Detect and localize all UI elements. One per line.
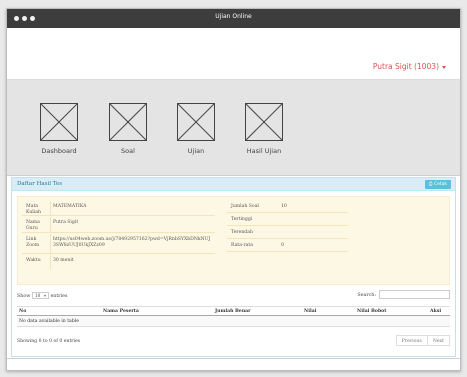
info-label: Jumlah Soal	[231, 204, 259, 209]
info-label: Rata-rata	[231, 243, 253, 248]
info-row-link-zoom: Link Zoom https://us04web.zoom.us/j/7849…	[22, 234, 215, 254]
browser-window: Ujian Online Putra Sigit (1003) Dashboar…	[6, 8, 461, 371]
results-table: No Nama Peserta Jumlah Benar Nilai Nilai…	[17, 306, 450, 327]
menu-label-hasil-ujian: Hasil Ujian	[246, 147, 282, 155]
table-header: No Nama Peserta Jumlah Benar Nilai Nilai…	[17, 306, 450, 316]
image-placeholder-icon	[245, 103, 283, 141]
info-row-nama-guru: Nama Guru Putra Sigit	[22, 217, 215, 233]
title-bar: Ujian Online	[7, 9, 460, 28]
info-label: Link Zoom	[26, 237, 40, 248]
menu-label-ujian: Ujian	[187, 147, 205, 155]
info-label: Mata Kuliah	[26, 204, 41, 215]
info-label: Nama Guru	[26, 220, 40, 231]
table-row: No data available in table	[17, 316, 450, 327]
zoom-link[interactable]: https://us04web.zoom.us/j/78492957162?pw…	[53, 237, 212, 248]
show-label: Show	[17, 294, 31, 299]
caret-down-icon	[442, 65, 446, 69]
search-control: Search:	[357, 290, 450, 299]
column-header-nilai-bobot[interactable]: Nilai Bobot	[357, 309, 386, 314]
empty-table-message: No data available in table	[19, 319, 79, 324]
column-header-nilai[interactable]: Nilai	[304, 309, 316, 314]
table-info: Showing 0 to 0 of 0 entries	[17, 339, 81, 344]
column-header-jumlah-benar[interactable]: Jumlah Benar	[215, 309, 251, 314]
menu-label-soal: Soal	[121, 147, 135, 155]
menu-item-soal[interactable]: Soal	[103, 103, 153, 155]
footer	[7, 358, 460, 370]
entries-control: Show 10 entries	[17, 292, 67, 299]
info-row-tertinggi: Tertinggi	[227, 214, 348, 226]
info-value: 10	[281, 204, 287, 209]
menu-item-ujian[interactable]: Ujian	[171, 103, 221, 155]
image-placeholder-icon	[109, 103, 147, 141]
info-row-mata-kuliah: Mata Kuliah MATEMATIKA	[22, 201, 215, 216]
menu-item-dashboard[interactable]: Dashboard	[34, 103, 84, 155]
print-button-label: Cetak	[433, 182, 447, 187]
column-header-aksi[interactable]: Aksi	[430, 309, 441, 314]
info-row-terendah: Terendah	[227, 227, 348, 239]
column-header-no[interactable]: No	[19, 309, 26, 314]
info-row-waktu: Waktu 30 menit	[22, 255, 215, 269]
info-label: Tertinggi	[231, 217, 253, 222]
exam-info-box: Mata Kuliah MATEMATIKA Nama Guru Putra S…	[17, 196, 450, 285]
info-value: Putra Sigit	[53, 220, 79, 225]
pagination: Previous Next	[395, 335, 450, 346]
results-panel: Daftar Hasil Tes ⎙ Cetak Mata Kuliah MAT…	[11, 177, 456, 357]
info-label: Terendah	[231, 230, 253, 235]
image-placeholder-icon	[177, 103, 215, 141]
print-button[interactable]: ⎙ Cetak	[424, 180, 451, 189]
column-header-nama-peserta[interactable]: Nama Peserta	[103, 309, 139, 314]
panel-heading: Daftar Hasil Tes ⎙ Cetak	[12, 178, 455, 191]
panel-title: Daftar Hasil Tes	[17, 181, 63, 187]
window-title: Ujian Online	[215, 13, 252, 20]
search-input[interactable]	[379, 290, 450, 299]
menu-label-dashboard: Dashboard	[41, 147, 77, 155]
info-row-rata-rata: Rata-rata 0	[227, 240, 348, 252]
print-icon: ⎙	[428, 182, 433, 187]
info-value: 30 menit	[53, 258, 74, 263]
image-placeholder-icon	[40, 103, 78, 141]
info-value: 0	[281, 243, 284, 248]
info-label: Waktu	[26, 258, 41, 263]
menu-band: Dashboard Soal Ujian Hasil Ujian	[7, 80, 460, 176]
entries-label: entries	[50, 294, 68, 299]
user-dropdown[interactable]: Putra Sigit (1003)	[373, 62, 446, 71]
menu-item-hasil-ujian[interactable]: Hasil Ujian	[239, 103, 289, 155]
next-button[interactable]: Next	[426, 336, 449, 345]
search-label: Search:	[357, 293, 376, 298]
previous-button[interactable]: Previous	[397, 336, 427, 345]
info-row-jumlah-soal: Jumlah Soal 10	[227, 201, 348, 213]
top-navbar: Putra Sigit (1003)	[7, 28, 460, 80]
info-value: MATEMATIKA	[53, 204, 87, 209]
entries-select[interactable]: 10	[31, 292, 49, 299]
user-name: Putra Sigit (1003)	[372, 62, 439, 71]
